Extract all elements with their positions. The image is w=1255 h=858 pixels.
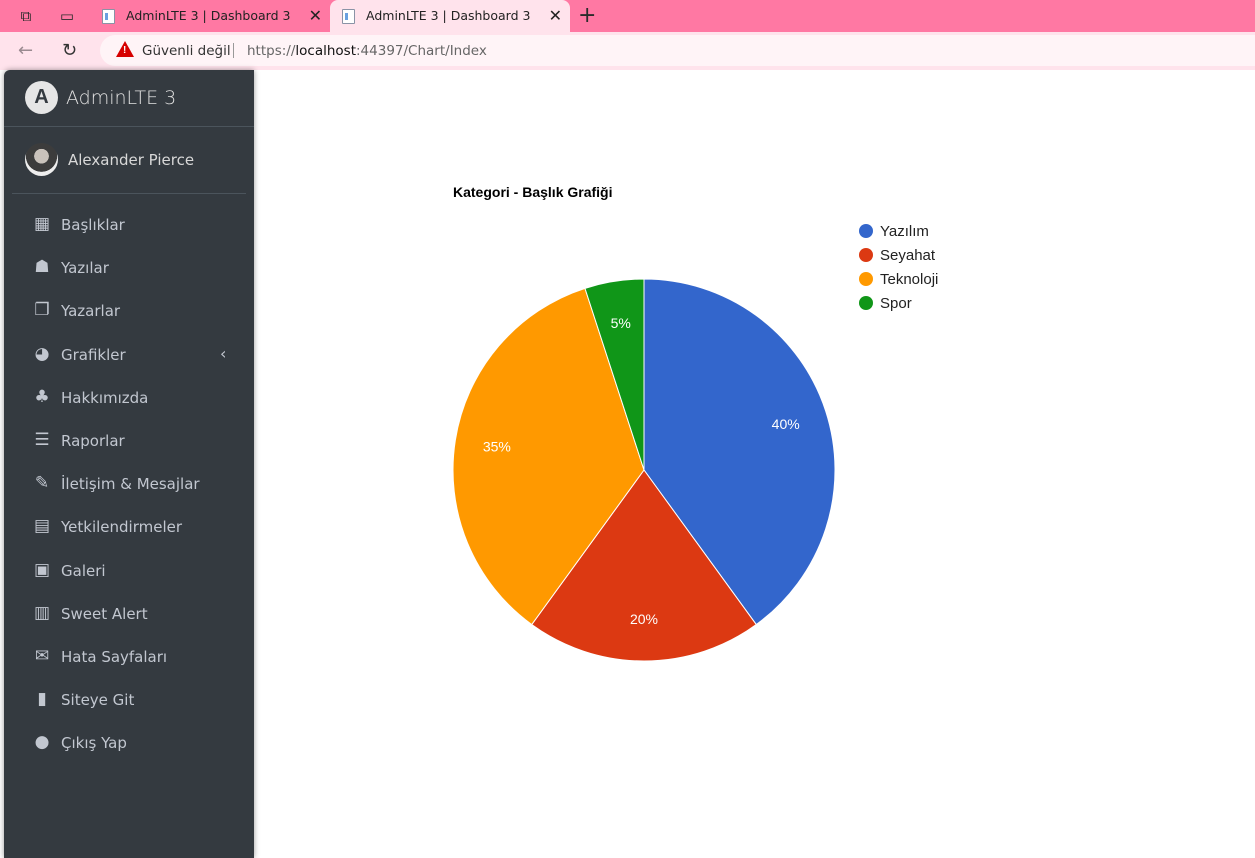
tab-2-active[interactable]: AdminLTE 3 | Dashboard 3 ✕ [330, 0, 570, 32]
sidebar-item-yazilar[interactable]: ☗ Yazılar [4, 251, 254, 294]
sidebar-item-hata-sayfalari[interactable]: ✉ Hata Sayfaları [4, 640, 254, 683]
bars-icon: ☰ [34, 429, 50, 450]
sidebar-item-cikis-yap[interactable]: ● Çıkış Yap [4, 726, 254, 769]
pie-slice-label: 20% [630, 611, 658, 627]
user-name[interactable]: Alexander Pierce [68, 151, 194, 169]
brand-link[interactable]: AdminLTE 3 [4, 70, 254, 127]
sidebar-item-iletisim[interactable]: ✎ İletişim & Mesajlar [4, 467, 254, 510]
sidebar-item-raporlar[interactable]: ☰ Raporlar [4, 424, 254, 467]
sidebar-item-siteye-git[interactable]: ▮ Siteye Git [4, 683, 254, 726]
pie-chart: Kategori - Başlık Grafiği 40% 20% 35% 5% Ya… [452, 184, 938, 662]
tab-actions-icon[interactable]: ▭ [57, 6, 77, 26]
sidebar-item-basliklar[interactable]: ▦ Başlıklar [4, 208, 254, 251]
legend-swatch [859, 248, 873, 262]
legend-swatch [859, 224, 873, 238]
url-host: localhost [295, 43, 356, 59]
brand-name: AdminLTE 3 [66, 87, 177, 109]
legend-label[interactable]: Seyahat [880, 247, 936, 264]
adminlte-logo [25, 81, 58, 114]
book-icon: ▮ [37, 689, 47, 710]
chevron-left-icon: ‹ [220, 343, 227, 363]
sidebar-item-label: Yetkilendirmeler [61, 518, 183, 537]
legend-swatch [859, 296, 873, 310]
sidebar-item-label: Hakkımızda [61, 388, 149, 407]
pie-slice-label: 35% [483, 439, 511, 455]
tab-title: AdminLTE 3 | Dashboard 3 [366, 8, 531, 23]
sidebar-item-label: Hata Sayfaları [61, 647, 168, 666]
sidebar-item-label: Yazılar [61, 259, 109, 278]
sidebar-item-label: İletişim & Mesajlar [61, 475, 200, 494]
warning-mark: ! [123, 45, 127, 56]
divider [233, 43, 234, 58]
url-text[interactable]: https://localhost:44397/Chart/Index [247, 43, 487, 59]
sidebar-item-galeri[interactable]: ▣ Galeri [4, 554, 254, 597]
legend-swatch [859, 272, 873, 286]
legend-label[interactable]: Spor [880, 295, 912, 312]
user-panel[interactable]: Alexander Pierce [12, 127, 246, 194]
url-field[interactable]: ! Güvenli değil https://localhost:44397/… [100, 35, 1255, 66]
reload-icon[interactable]: ↻ [62, 40, 77, 61]
tab-1[interactable]: AdminLTE 3 | Dashboard 3 ✕ [90, 0, 330, 32]
tab-title: AdminLTE 3 | Dashboard 3 [126, 8, 291, 23]
close-tab-icon[interactable]: ✕ [309, 6, 322, 25]
workspaces-icon[interactable]: ⧉ [16, 6, 36, 26]
sidebar-item-grafikler[interactable]: ◕ Grafikler ‹ [4, 338, 254, 381]
calendar-icon: ▤ [33, 516, 51, 537]
new-tab-icon[interactable]: + [578, 4, 596, 28]
sidebar-item-sweet-alert[interactable]: ▥ Sweet Alert [4, 597, 254, 640]
sidebar-item-yetkilendirmeler[interactable]: ▤ Yetkilendirmeler [4, 510, 254, 553]
address-bar-row: ← ↻ ! Güvenli değil https://localhost:44… [0, 32, 1255, 70]
legend-label[interactable]: Yazılım [880, 223, 929, 240]
image-icon: ▣ [33, 559, 51, 580]
chart-title: Kategori - Başlık Grafiği [453, 184, 612, 200]
pie-chart-icon: ◕ [34, 343, 50, 364]
pie-slice-label: 5% [611, 315, 631, 331]
page-favicon-icon [102, 9, 115, 24]
legend-label[interactable]: Teknoloji [880, 271, 938, 288]
pie-slices: 40% 20% 35% 5% [452, 278, 836, 662]
grid-icon: ▦ [33, 214, 51, 234]
sidebar-item-label: Çıkış Yap [61, 734, 127, 753]
tree-icon: ♣ [34, 386, 50, 407]
avatar [25, 143, 58, 176]
sidebar-item-label: Yazarlar [61, 302, 121, 321]
sidebar-item-label: Raporlar [61, 431, 125, 450]
sidebar-menu: ▦ Başlıklar ☗ Yazılar ❐ Yazarlar ◕ Grafikler… [4, 208, 254, 769]
apple-icon: ● [34, 732, 50, 753]
sidebar-item-label: Başlıklar [61, 216, 125, 234]
sidebar-item-label: Sweet Alert [61, 604, 148, 623]
url-scheme: https:// [247, 43, 296, 59]
chart-legend: Yazılım Seyahat Teknoloji Spor [859, 223, 938, 312]
sidebar-item-label: Grafikler [61, 345, 126, 364]
envelope-icon: ✉ [34, 645, 50, 666]
sidebar-item-hakkimizda[interactable]: ♣ Hakkımızda [4, 381, 254, 424]
reader-icon: ☗ [34, 257, 50, 278]
edit-icon: ✎ [34, 473, 50, 494]
copy-icon: ❐ [34, 300, 50, 321]
back-icon[interactable]: ← [18, 40, 33, 61]
map-icon: ▥ [33, 602, 51, 623]
sidebar-item-yazarlar[interactable]: ❐ Yazarlar [4, 294, 254, 337]
sidebar: AdminLTE 3 Alexander Pierce ▦ Başlıklar ☗… [4, 70, 254, 858]
security-label[interactable]: Güvenli değil [142, 43, 231, 59]
sidebar-item-label: Siteye Git [61, 691, 135, 710]
sidebar-item-label: Galeri [61, 561, 106, 580]
pie-slice-label: 40% [772, 416, 800, 432]
url-path: :44397/Chart/Index [356, 43, 487, 59]
tab-strip: ⧉ ▭ AdminLTE 3 | Dashboard 3 ✕ AdminLTE … [0, 0, 1255, 32]
close-tab-icon[interactable]: ✕ [549, 6, 562, 25]
page-favicon-icon [342, 9, 355, 24]
